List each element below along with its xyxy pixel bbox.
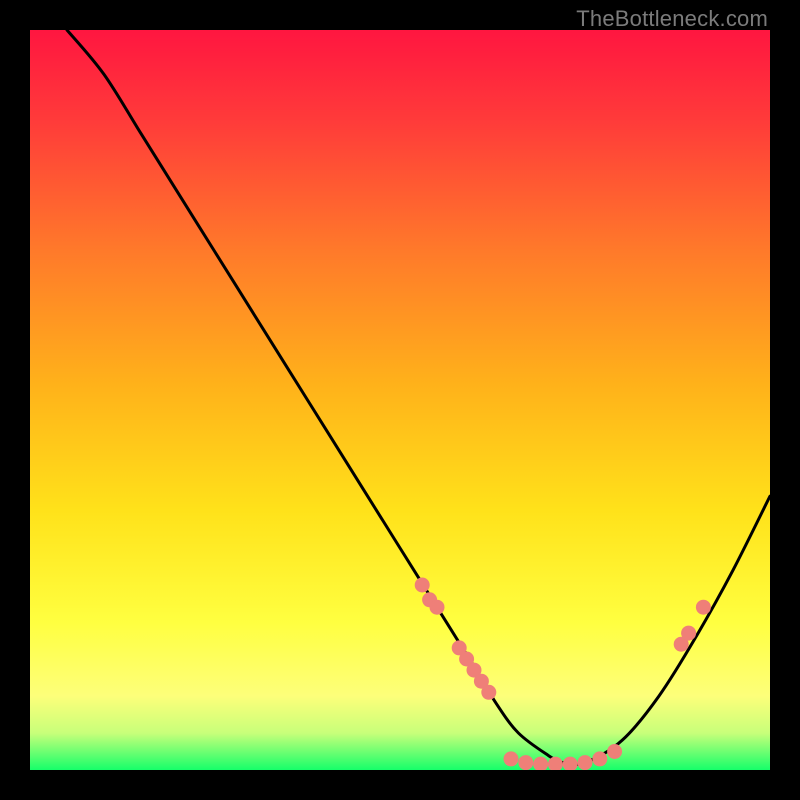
data-marker <box>504 751 519 766</box>
data-marker <box>578 755 593 770</box>
data-marker <box>430 600 445 615</box>
data-marker <box>696 600 711 615</box>
data-marker <box>415 578 430 593</box>
watermark-text: TheBottleneck.com <box>576 6 768 32</box>
data-marker <box>518 755 533 770</box>
gradient-background <box>30 30 770 770</box>
data-marker <box>481 685 496 700</box>
data-marker <box>681 626 696 641</box>
data-marker <box>607 744 622 759</box>
plot-frame <box>30 30 770 770</box>
data-marker <box>592 751 607 766</box>
chart-svg <box>30 30 770 770</box>
